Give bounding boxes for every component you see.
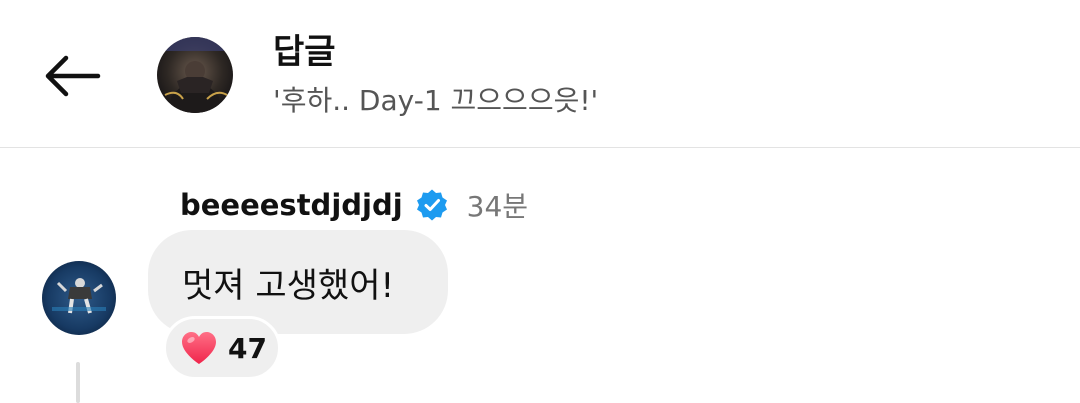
back-button[interactable] <box>36 44 108 108</box>
reaction-pill[interactable]: 47 <box>163 316 281 380</box>
avatar-photo <box>42 261 116 335</box>
arrow-left-icon <box>45 55 101 97</box>
page-title: 답글 <box>273 32 336 72</box>
comment-header: beeeestdjdjdj 34분 <box>180 180 528 230</box>
avatar-photo <box>157 37 233 113</box>
verified-badge-icon <box>415 188 449 222</box>
post-caption-preview[interactable]: '후하.. Day-1 끄으으으읏!' <box>273 82 598 120</box>
thread-line <box>76 362 80 403</box>
heart-icon <box>180 330 218 366</box>
comment-text: 멋져 고생했어! <box>182 265 395 306</box>
comment-username[interactable]: beeeestdjdjdj <box>180 188 403 222</box>
reaction-count: 47 <box>228 331 267 365</box>
post-author-avatar[interactable] <box>157 37 233 113</box>
commenter-avatar[interactable] <box>42 261 116 335</box>
comment-timestamp: 34분 <box>466 190 529 223</box>
top-bar: 답글 '후하.. Day-1 끄으으으읏!' <box>0 0 1080 148</box>
